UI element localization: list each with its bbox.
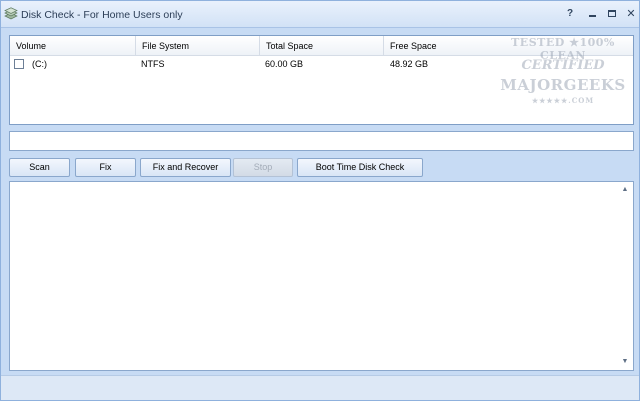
progress-field[interactable] xyxy=(9,131,634,151)
window-title: Disk Check - For Home Users only xyxy=(21,9,183,21)
fix-and-recover-button[interactable]: Fix and Recover xyxy=(140,158,231,177)
cell-volume: (C:) xyxy=(32,59,47,69)
minimize-icon xyxy=(588,15,596,18)
arrow-up-icon[interactable]: ▲ xyxy=(621,186,629,194)
help-button[interactable]: ? xyxy=(562,6,578,22)
title-bar[interactable]: Disk Check - For Home Users only ? ✕ xyxy=(1,1,639,28)
watermark-certified-text: CERTIFIED xyxy=(521,58,605,73)
volume-checkbox[interactable] xyxy=(14,59,24,69)
stop-button[interactable]: Stop xyxy=(233,158,293,177)
disk-check-window: Disk Check - For Home Users only ? ✕ Vol… xyxy=(0,0,640,401)
watermark-brand-text: MAJORGEEKS xyxy=(500,76,626,94)
cell-free-space: 48.92 GB xyxy=(390,59,429,69)
close-button[interactable]: ✕ xyxy=(623,6,639,22)
watermark-stars-text: ★★★★★.COM xyxy=(531,96,595,105)
fix-button[interactable]: Fix xyxy=(75,158,136,177)
log-output-area[interactable]: ▲ ▼ xyxy=(9,181,634,371)
scan-button[interactable]: Scan xyxy=(9,158,70,177)
cell-total-space: 60.00 GB xyxy=(265,59,304,69)
arrow-down-icon[interactable]: ▼ xyxy=(621,358,629,366)
majorgeeks-watermark: TESTED ★100% CLEAN CERTIFIED MAJORGEEKS … xyxy=(493,34,633,116)
status-bar xyxy=(1,375,639,400)
cell-file-system: NTFS xyxy=(141,59,165,69)
maximize-icon xyxy=(608,10,616,18)
column-header-file-system[interactable]: File System xyxy=(136,36,260,56)
column-header-total-space[interactable]: Total Space xyxy=(260,36,384,56)
minimize-button[interactable] xyxy=(584,6,600,22)
column-header-volume[interactable]: Volume xyxy=(10,36,136,56)
boot-time-disk-check-button[interactable]: Boot Time Disk Check xyxy=(297,158,423,177)
disk-stack-icon xyxy=(4,7,18,21)
maximize-button[interactable] xyxy=(604,6,620,22)
